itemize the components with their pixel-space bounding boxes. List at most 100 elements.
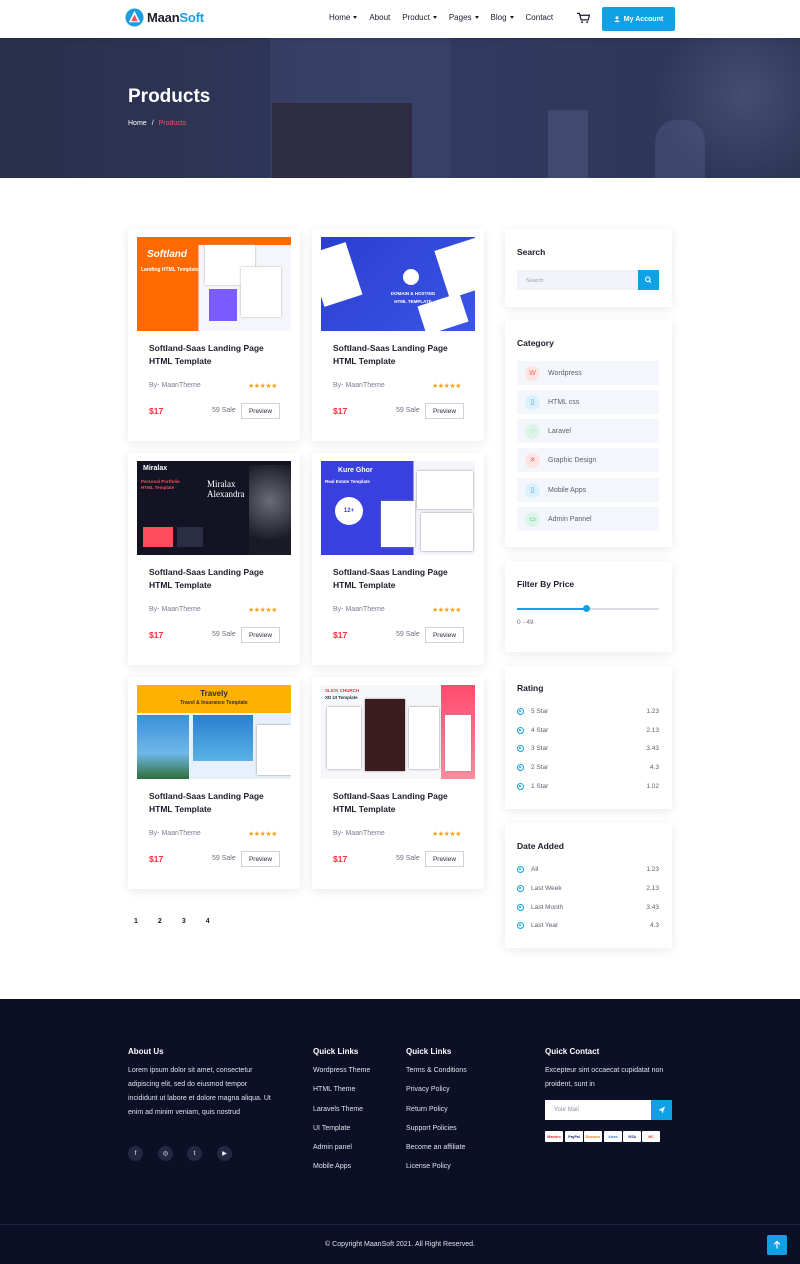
rating-option[interactable]: 4 Star 2.13 [517,727,659,734]
my-account-button[interactable]: My Account [602,7,675,31]
nav-about[interactable]: About [369,13,390,22]
thumb-subtitle: HTML TEMPLATE [394,299,432,304]
footer-link[interactable]: License Policy [406,1163,451,1170]
nav-label: Blog [490,13,507,22]
product-author: By- MaanTheme [333,830,385,837]
category-item[interactable]: W Wordpress [517,361,659,385]
footer-link[interactable]: Terms & Conditions [406,1067,467,1074]
date-label: Last Week [531,885,562,892]
rating-option[interactable]: 5 Star 1.23 [517,708,659,715]
footer-link[interactable]: UI Template [313,1125,350,1132]
preview-button[interactable]: Preview [425,851,464,867]
rating-option[interactable]: 3 Star 3.43 [517,745,659,752]
category-item[interactable]: ▯ Mobile Apps [517,478,659,502]
date-option[interactable]: Last Year 4.3 [517,922,659,929]
chevron-down-icon [509,16,514,19]
price-slider-fill [517,608,587,610]
newsletter-submit-button[interactable] [651,1100,672,1120]
nav-blog[interactable]: Blog [491,13,514,22]
category-label: Mobile Apps [548,486,587,494]
product-sales: 59 Sale [396,855,420,862]
thumb-shape [249,465,291,555]
nav-contact[interactable]: Contact [526,13,554,22]
search-button[interactable] [638,270,659,290]
footer-link[interactable]: Privacy Policy [406,1086,450,1093]
product-author: By- MaanTheme [333,382,385,389]
product-card[interactable]: Travely Travel & Insurance Template Soft… [128,677,300,889]
thumb-shape [193,715,253,761]
footer-link[interactable]: Admin panel [313,1144,352,1151]
instagram-icon[interactable]: ◎ [158,1146,173,1161]
radio-icon [517,866,524,873]
product-card[interactable]: Kure Ghor Real Estate Template 12+ Softl… [312,453,484,665]
product-price: $17 [333,406,348,416]
breadcrumb-home[interactable]: Home [128,120,147,127]
category-item[interactable]: ▯ HTML css [517,390,659,414]
preview-button[interactable]: Preview [241,403,280,419]
product-thumbnail[interactable]: Miralax Personal Portfolio HTML Template… [137,461,291,555]
preview-button[interactable]: Preview [425,403,464,419]
product-thumbnail[interactable]: DOMAIN & HOSTING HTML TEMPLATE [321,237,475,331]
product-sales: 59 Sale [212,407,236,414]
page-link[interactable]: 4 [206,918,210,925]
thumb-shape [434,237,475,299]
preview-button[interactable]: Preview [241,851,280,867]
category-item[interactable]: ▭ Admin Pannel [517,507,659,531]
thumb-topbar [137,237,291,245]
pagination: 1 2 3 4 [134,918,210,925]
product-thumbnail[interactable]: SLICK CHURCH XD UI Template [321,685,475,779]
footer-link[interactable]: Return Policy [406,1106,448,1113]
facebook-icon[interactable]: f [128,1146,143,1161]
product-card[interactable]: Miralax Personal Portfolio HTML Template… [128,453,300,665]
footer-link[interactable]: Support Policies [406,1125,457,1132]
twitter-icon[interactable]: t [187,1146,202,1161]
category-label: Wordpress [548,369,582,377]
page-link[interactable]: 3 [182,918,186,925]
footer-link[interactable]: HTML Theme [313,1086,355,1093]
nav-home[interactable]: Home [329,13,358,22]
newsletter-email-input[interactable]: Your Mail [545,1100,651,1120]
product-thumbnail[interactable]: Softland Landing HTML Template [137,237,291,331]
price-slider-handle[interactable] [583,605,591,612]
product-title[interactable]: Softland-Saas Landing Page HTML Template [333,566,465,591]
radio-icon [517,745,524,752]
breadcrumb-current: Products [158,120,187,127]
footer-link[interactable]: Wordpress Theme [313,1067,370,1074]
product-thumbnail[interactable]: Kure Ghor Real Estate Template 12+ [321,461,475,555]
category-item[interactable]: ✕ Graphic Design [517,448,659,472]
product-sales: 59 Sale [396,407,420,414]
date-option[interactable]: Last Month 3.43 [517,904,659,911]
product-title[interactable]: Softland-Saas Landing Page HTML Template [149,790,281,815]
search-input[interactable]: Search [517,270,638,290]
product-card[interactable]: Softland Landing HTML Template Softland-… [128,229,300,441]
preview-button[interactable]: Preview [241,627,280,643]
page-link[interactable]: 2 [158,918,162,925]
product-card[interactable]: DOMAIN & HOSTING HTML TEMPLATE Softland-… [312,229,484,441]
date-label: Last Year [531,922,559,929]
product-title[interactable]: Softland-Saas Landing Page HTML Template [333,790,465,815]
nav-pages[interactable]: Pages [449,13,479,22]
category-label: Laravel [548,427,571,435]
product-title[interactable]: Softland-Saas Landing Page HTML Template [333,342,465,367]
rating-option[interactable]: 2 Star 4.3 [517,764,659,771]
youtube-icon[interactable]: ▶ [217,1146,232,1161]
category-item[interactable]: ◌ Laravel [517,419,659,443]
date-option[interactable]: All 1.23 [517,866,659,873]
product-title[interactable]: Softland-Saas Landing Page HTML Template [149,342,281,367]
footer-link[interactable]: Laravels Theme [313,1106,363,1113]
footer-link[interactable]: Become an affiliate [406,1144,465,1151]
product-card[interactable]: SLICK CHURCH XD UI Template Softland-Saa… [312,677,484,889]
brand-logo[interactable]: MaanSoft [125,8,204,27]
footer-about-text: Lorem ipsum dolor sit amet, consectetur … [128,1067,271,1116]
footer-link[interactable]: Mobile Apps [313,1163,351,1170]
cart-icon[interactable] [577,12,590,24]
date-label: All [531,866,539,873]
date-option[interactable]: Last Week 2.13 [517,885,659,892]
page-link[interactable]: 1 [134,918,138,925]
nav-product[interactable]: Product [402,13,437,22]
product-title[interactable]: Softland-Saas Landing Page HTML Template [149,566,281,591]
product-thumbnail[interactable]: Travely Travel & Insurance Template [137,685,291,779]
rating-option[interactable]: 1 Star 1.02 [517,783,659,790]
preview-button[interactable]: Preview [425,627,464,643]
scroll-to-top-button[interactable] [767,1235,787,1255]
